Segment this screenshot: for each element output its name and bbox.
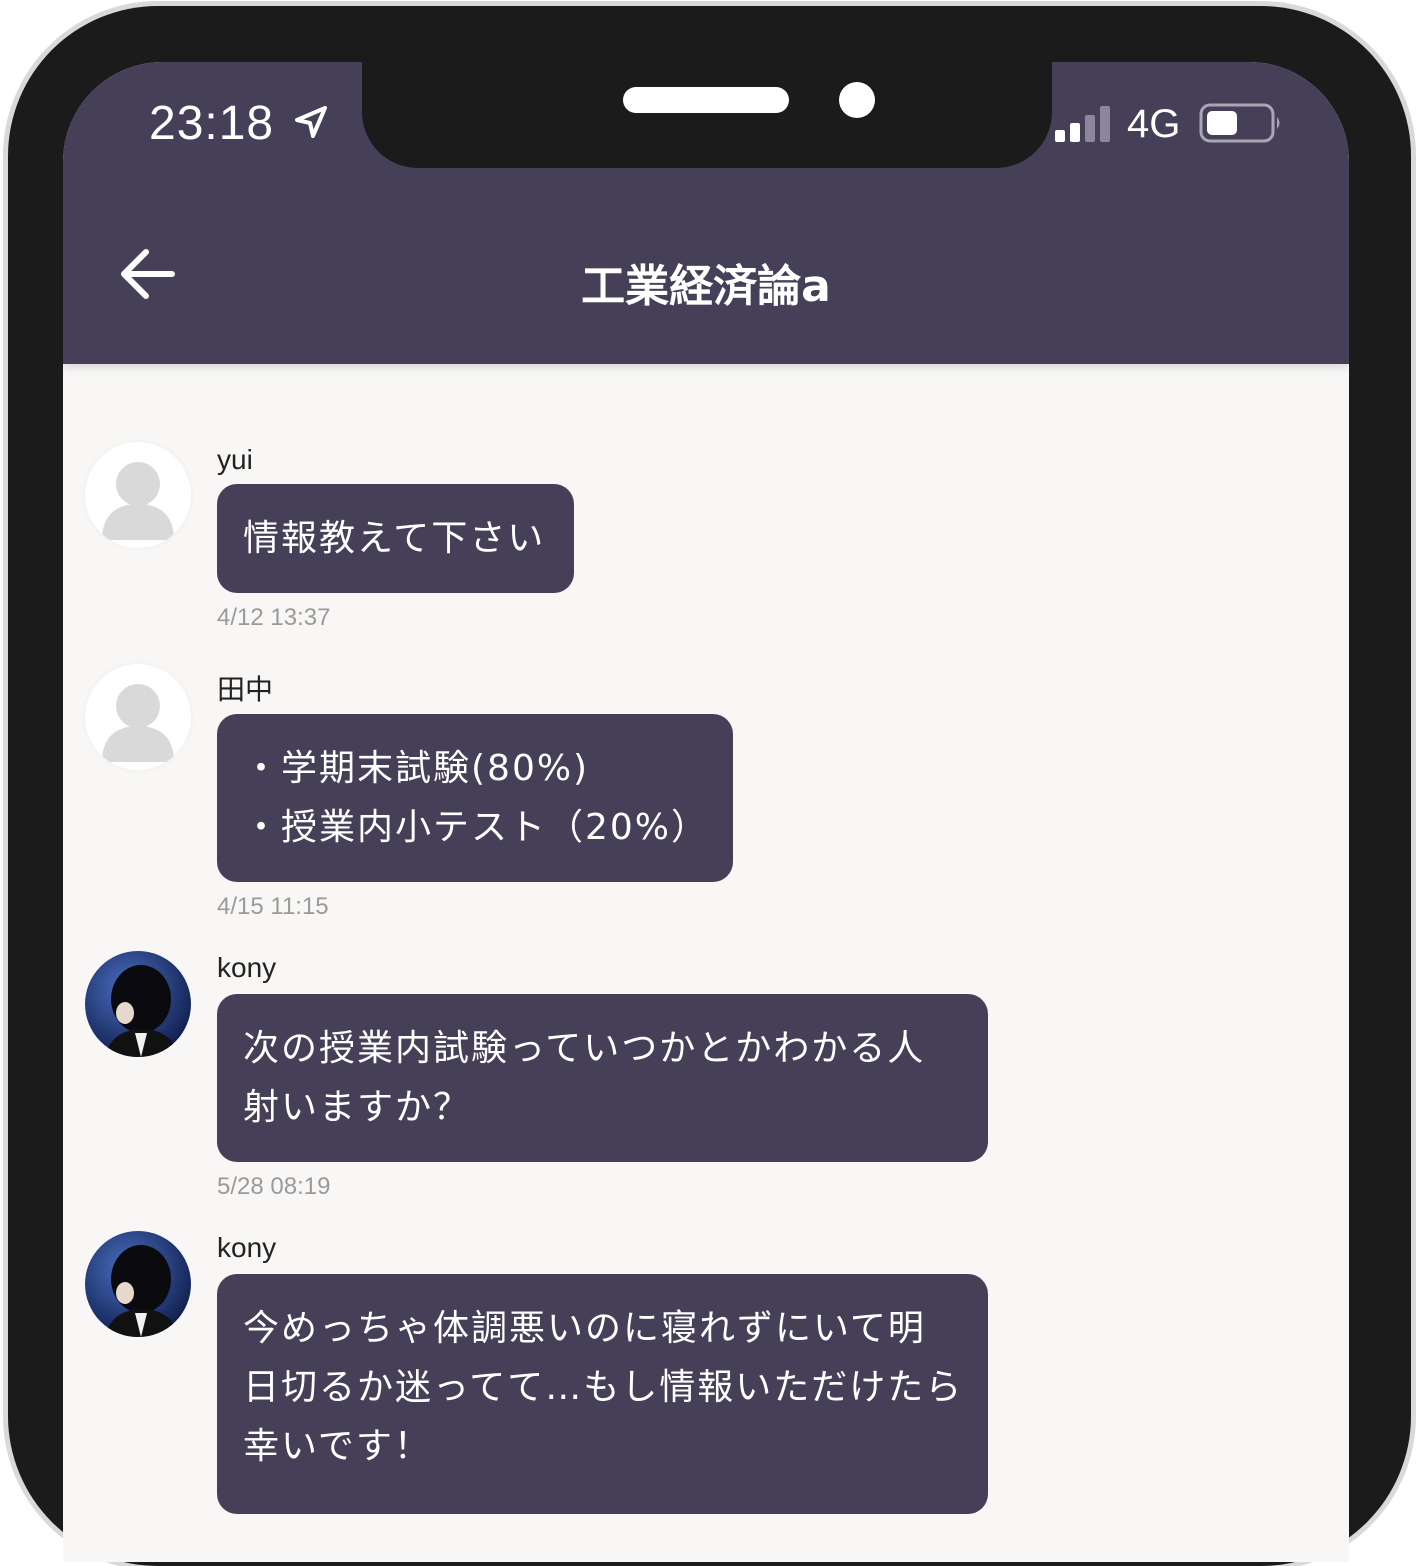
network-type: 4G [1127,102,1181,146]
default-avatar[interactable] [85,664,191,770]
sender-name: kony [217,1232,277,1263]
message-timestamp: 4/12 13:37 [217,604,331,631]
signal-bars-icon [1055,106,1110,142]
message-text: 幸いです！ [243,1426,432,1467]
message-bubble[interactable]: ・学期末試験(80%) ・授業内小テスト（20%） [217,714,733,882]
camera [839,82,875,118]
location-arrow-icon [295,106,327,138]
message-text: 次の授業内試験っていつかとかわかる人 [243,1028,926,1069]
message-text: 情報教えて下さい [243,518,546,559]
sender-name: 田中 [217,674,274,705]
user-silhouette-icon [102,684,174,762]
message-timestamp: 4/15 11:15 [217,893,329,920]
battery-icon [1199,103,1280,143]
user-silhouette-icon [102,462,174,540]
message-text: 今めっちゃ体調悪いのに寝れずにいて明 [243,1308,926,1349]
message-text: 日切るか迷ってて…もし情報いただけたら [243,1367,964,1408]
message-text: ・授業内小テスト（20%） [243,807,710,848]
status-time: 23:18 [149,97,275,150]
sender-name: yui [217,444,253,475]
profile-photo [85,1231,191,1337]
message-text: ・学期末試験(80%) [243,748,590,789]
page-title: 工業経済論a [581,261,831,312]
message-bubble[interactable]: 次の授業内試験っていつかとかわかる人 射いますか？ [217,994,988,1162]
message-text: 射いますか？ [243,1087,472,1128]
sender-name: kony [217,952,277,983]
message-bubble[interactable]: 情報教えて下さい [217,484,574,593]
chat-screen: 23:18 4G 工業経済論a yui 情報教えて下さい 4/12 13:37 … [63,62,1349,1562]
profile-photo [85,951,191,1057]
default-avatar[interactable] [85,442,191,548]
app-header: 23:18 4G 工業経済論a [63,62,1349,364]
speaker [623,87,789,113]
message-timestamp: 5/28 08:19 [217,1173,331,1200]
photo-avatar[interactable] [85,951,191,1057]
message-bubble[interactable]: 今めっちゃ体調悪いのに寝れずにいて明 日切るか迷ってて…もし情報いただけたら 幸… [217,1274,988,1514]
photo-avatar[interactable] [85,1231,191,1337]
notch [362,62,1052,168]
